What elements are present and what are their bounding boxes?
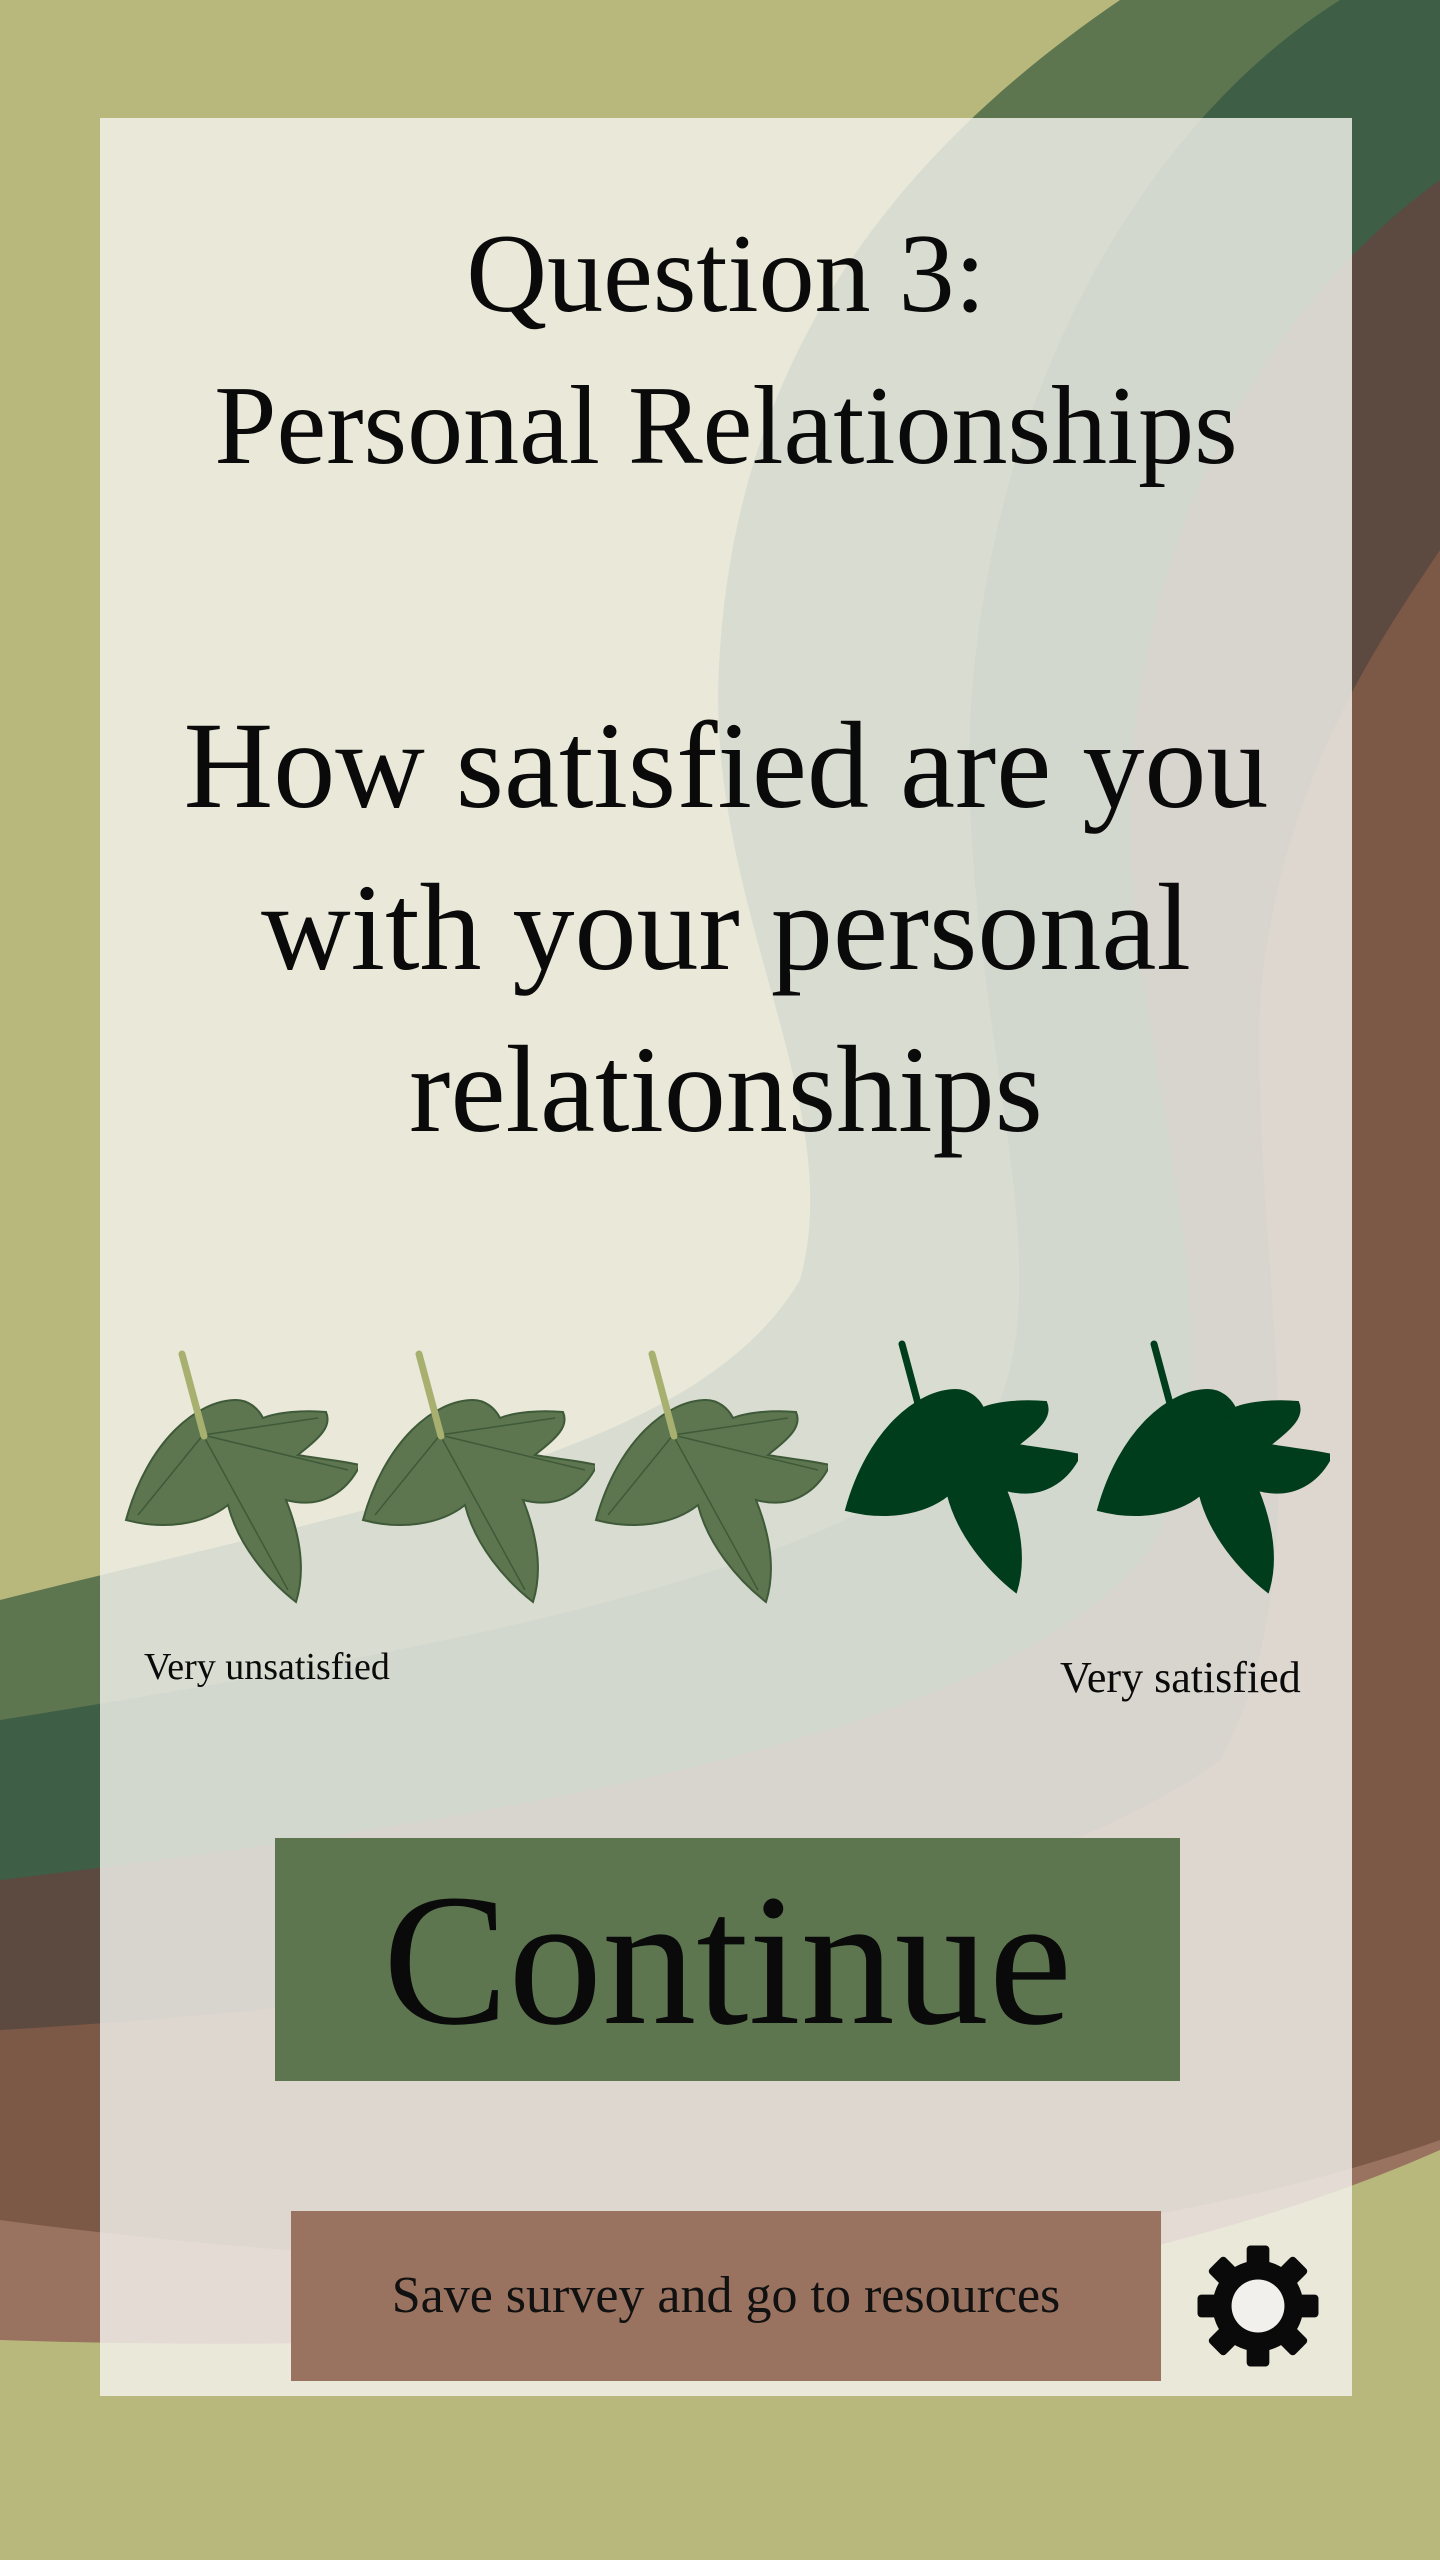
rating-leaf-4-icon[interactable] [838,1330,1078,1600]
scale-min-label: Very unsatisfied [144,1646,390,1688]
rating-leaf-1-icon[interactable] [118,1340,358,1610]
question-text-line-2: with your personal [261,859,1191,996]
rating-leaf-3-icon[interactable] [588,1340,828,1610]
rating-leaf-2-icon[interactable] [355,1340,595,1610]
rating-leaf-5-icon[interactable] [1090,1330,1330,1600]
question-number: Question 3: [466,212,986,336]
question-text: How satisfied are you with your personal… [100,685,1352,1171]
save-survey-button[interactable]: Save survey and go to resources [291,2211,1161,2381]
question-text-line-3: relationships [409,1021,1043,1158]
gear-icon[interactable] [1195,2243,1321,2369]
continue-button[interactable]: Continue [275,1838,1180,2081]
question-text-line-1: How satisfied are you [183,697,1269,834]
question-topic: Personal Relationships [214,364,1238,488]
question-title: Question 3: Personal Relationships [100,198,1352,502]
scale-max-label: Very satisfied [1060,1653,1301,1702]
